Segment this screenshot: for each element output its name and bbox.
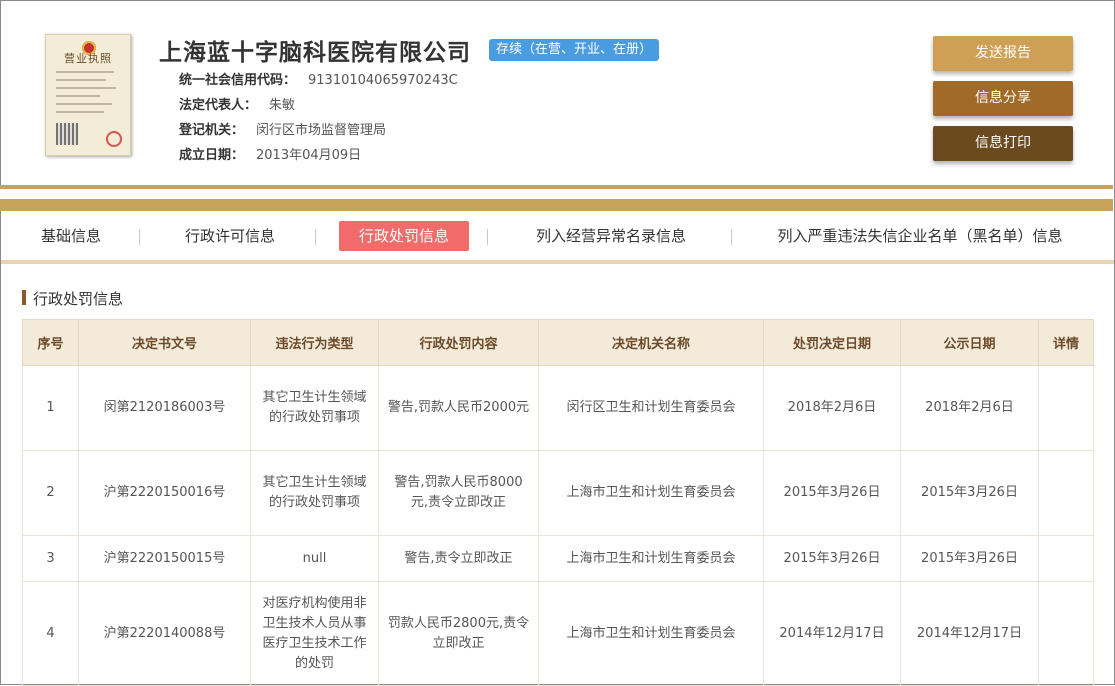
cell-decision-date: 2014年12月17日 xyxy=(763,581,901,686)
cell-detail[interactable] xyxy=(1038,450,1094,536)
cell-publish-date: 2015年3月26日 xyxy=(900,450,1039,536)
credit-code-row: 统一社会信用代码： 91310104065970243C xyxy=(179,69,458,88)
column-header: 违法行为类型 xyxy=(250,319,379,366)
section-marker xyxy=(22,290,26,305)
cell-violation-type: null xyxy=(250,535,379,582)
cell-no: 1 xyxy=(22,365,79,451)
cell-publish-date: 2018年2月6日 xyxy=(900,365,1039,451)
cell-authority: 上海市卫生和计划生育委员会 xyxy=(538,581,764,686)
legal-rep-value: 朱敏 xyxy=(269,98,296,113)
company-name: 上海蓝十字脑科医院有限公司 xyxy=(159,40,471,66)
license-text-line xyxy=(56,103,112,105)
cell-no: 3 xyxy=(22,535,79,582)
license-text-line xyxy=(56,95,100,97)
cell-doc-number: 沪第2220140088号 xyxy=(78,581,251,686)
column-header: 公示日期 xyxy=(900,319,1039,366)
cell-detail[interactable] xyxy=(1038,365,1094,451)
cell-doc-number: 沪第2220150016号 xyxy=(78,450,251,536)
tab-separator xyxy=(139,229,140,245)
business-license-image[interactable]: 营业执照 xyxy=(45,34,131,156)
table-row: 1 闵第2120186003号 其它卫生计生领域的行政处罚事项 警告,罚款人民币… xyxy=(22,365,1094,451)
qr-code-icon xyxy=(56,123,78,145)
column-header: 决定机关名称 xyxy=(538,319,764,366)
tab-separator xyxy=(731,229,732,245)
table-row: 3 沪第2220150015号 null 警告,责令立即改正 上海市卫生和计划生… xyxy=(22,535,1094,582)
tabs-top-band xyxy=(0,199,1113,211)
tab-basic-info[interactable]: 基础信息 xyxy=(23,221,119,251)
company-header: 营业执照 上海蓝十字脑科医院有限公司 存续（在营、开业、在册） 统一社会信用代码… xyxy=(1,1,1114,185)
column-header: 详情 xyxy=(1038,319,1094,366)
table-row: 4 沪第2220140088号 对医疗机构使用非卫生技术人员从事医疗卫生技术工作… xyxy=(22,581,1094,686)
cell-violation-type: 对医疗机构使用非卫生技术人员从事医疗卫生技术工作的处罚 xyxy=(250,581,379,686)
license-title: 营业执照 xyxy=(64,52,112,65)
cell-decision-date: 2018年2月6日 xyxy=(763,365,901,451)
tab-separator xyxy=(315,229,316,245)
cell-decision-date: 2015年3月26日 xyxy=(763,450,901,536)
tab-blacklist[interactable]: 列入严重违法失信企业名单（黑名单）信息 xyxy=(761,221,1079,251)
send-report-button[interactable]: 发送报告 xyxy=(933,36,1073,71)
license-text-line xyxy=(56,79,106,81)
tab-admin-penalty[interactable]: 行政处罚信息 xyxy=(339,221,469,251)
table-row: 2 沪第2220150016号 其它卫生计生领域的行政处罚事项 警告,罚款人民币… xyxy=(22,450,1094,536)
cell-violation-type: 其它卫生计生领域的行政处罚事项 xyxy=(250,450,379,536)
cell-penalty-content: 警告,罚款人民币8000元,责令立即改正 xyxy=(378,450,539,536)
tab-separator xyxy=(487,229,488,245)
established-date-row: 成立日期： 2013年04月09日 xyxy=(179,144,361,163)
section-title: 行政处罚信息 xyxy=(33,290,124,308)
cell-detail[interactable] xyxy=(1038,535,1094,582)
cell-publish-date: 2015年3月26日 xyxy=(900,535,1039,582)
table-header-row: 序号 决定书文号 违法行为类型 行政处罚内容 决定机关名称 处罚决定日期 公示日… xyxy=(22,319,1094,366)
license-text-line xyxy=(56,111,104,113)
tab-abnormal-list[interactable]: 列入经营异常名录信息 xyxy=(513,221,709,251)
info-tabs: 基础信息 行政许可信息 行政处罚信息 列入经营异常名录信息 列入严重违法失信企业… xyxy=(1,211,1114,264)
registration-authority-row: 登记机关： 闵行区市场监督管理局 xyxy=(179,119,386,138)
license-text-line xyxy=(56,71,114,73)
cell-no: 2 xyxy=(22,450,79,536)
share-info-button[interactable]: 信息分享 xyxy=(933,81,1073,116)
tab-admin-license[interactable]: 行政许可信息 xyxy=(165,221,295,251)
registration-authority-value: 闵行区市场监督管理局 xyxy=(256,123,387,138)
cell-penalty-content: 警告,罚款人民币2000元 xyxy=(378,365,539,451)
cell-decision-date: 2015年3月26日 xyxy=(763,535,901,582)
cell-penalty-content: 警告,责令立即改正 xyxy=(378,535,539,582)
penalty-table: 序号 决定书文号 违法行为类型 行政处罚内容 决定机关名称 处罚决定日期 公示日… xyxy=(22,319,1094,686)
cell-detail[interactable] xyxy=(1038,581,1094,686)
legal-rep-row: 法定代表人： 朱敏 xyxy=(179,94,295,113)
cell-no: 4 xyxy=(22,581,79,686)
status-badge: 存续（在营、开业、在册） xyxy=(489,39,660,61)
legal-rep-label: 法定代表人： xyxy=(179,98,258,113)
column-header: 处罚决定日期 xyxy=(763,319,901,366)
column-header: 行政处罚内容 xyxy=(378,319,539,366)
column-header: 序号 xyxy=(22,319,79,366)
cell-authority: 上海市卫生和计划生育委员会 xyxy=(538,450,764,536)
cell-doc-number: 闵第2120186003号 xyxy=(78,365,251,451)
cell-doc-number: 沪第2220150015号 xyxy=(78,535,251,582)
print-info-button[interactable]: 信息打印 xyxy=(933,126,1073,161)
established-date-value: 2013年04月09日 xyxy=(256,148,362,163)
registration-authority-label: 登记机关： xyxy=(179,123,245,138)
cell-violation-type: 其它卫生计生领域的行政处罚事项 xyxy=(250,365,379,451)
credit-code-value: 91310104065970243C xyxy=(308,73,458,88)
cell-penalty-content: 罚款人民币2800元,责令立即改正 xyxy=(378,581,539,686)
established-date-label: 成立日期： xyxy=(179,148,245,163)
cell-publish-date: 2014年12月17日 xyxy=(900,581,1039,686)
header-gap xyxy=(0,189,1113,199)
red-seal-icon xyxy=(106,131,122,147)
column-header: 决定书文号 xyxy=(78,319,251,366)
credit-code-label: 统一社会信用代码： xyxy=(179,73,297,88)
cell-authority: 上海市卫生和计划生育委员会 xyxy=(538,535,764,582)
cell-authority: 闵行区卫生和计划生育委员会 xyxy=(538,365,764,451)
license-text-line xyxy=(56,87,116,89)
